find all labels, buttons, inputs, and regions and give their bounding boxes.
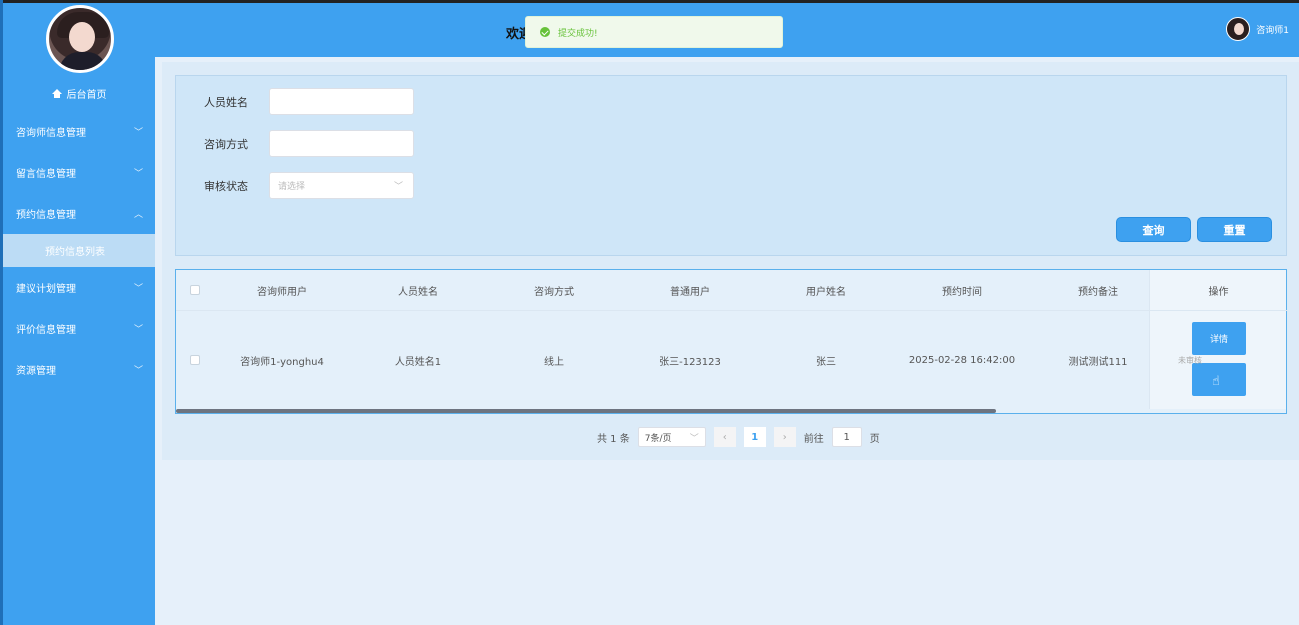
sidebar-subitem-appointment-list[interactable]: 预约信息列表 xyxy=(3,234,155,267)
chevron-down-icon: ﹀ xyxy=(133,284,143,294)
sidebar-menu: 咨询师信息管理 ﹀ 留言信息管理 ﹀ 预约信息管理 ︿ 预约信息列表 建议计划管… xyxy=(3,111,155,390)
sidebar: 后台首页 咨询师信息管理 ﹀ 留言信息管理 ﹀ 预约信息管理 ︿ 预约信息列表 … xyxy=(3,3,155,625)
chevron-down-icon: ﹀ xyxy=(133,366,143,376)
table-cell: 张三-123123 xyxy=(659,356,721,368)
col-header: 人员姓名 xyxy=(398,286,438,298)
next-page-button[interactable]: › xyxy=(773,427,796,447)
operation-column: 操作 详情 未审核 ☝ xyxy=(1149,270,1287,409)
row-checkbox[interactable] xyxy=(190,355,200,365)
name-input[interactable] xyxy=(269,88,414,115)
col-header: 预约时间 xyxy=(942,286,982,298)
page-size-value: 7条/页 xyxy=(644,433,672,444)
sidebar-item-label: 预约信息管理 xyxy=(16,210,76,221)
sidebar-item-label: 咨询师信息管理 xyxy=(16,128,86,139)
chevron-down-icon: ﹀ xyxy=(393,182,403,192)
col-header: 咨询方式 xyxy=(534,286,574,298)
method-label: 咨询方式 xyxy=(204,137,248,151)
detail-button[interactable]: 详情 xyxy=(1192,322,1246,355)
avatar[interactable] xyxy=(46,5,114,73)
table-cell: 线上 xyxy=(544,356,564,368)
sidebar-item-plan[interactable]: 建议计划管理 ﹀ xyxy=(3,267,155,308)
prev-page-button[interactable]: ‹ xyxy=(713,427,736,447)
form-row-status: 审核状态 请选择 ﹀ xyxy=(204,172,414,199)
table-row: 咨询师1-yonghu4 人员姓名1 线上 张三-123123 张三 2025-… xyxy=(176,311,1286,409)
appointment-table: 咨询师用户 人员姓名 咨询方式 普通用户 用户姓名 预约时间 预约备注 咨询师1… xyxy=(175,269,1287,414)
avatar[interactable] xyxy=(1226,17,1251,41)
pagination: 共 1 条 7条/页 ﹀ ‹ 1 › 前往 1 页 xyxy=(597,427,880,447)
user-menu[interactable]: 咨询师1 xyxy=(1226,17,1289,41)
form-row-name: 人员姓名 xyxy=(204,88,414,115)
col-header: 预约备注 xyxy=(1078,286,1118,298)
sidebar-item-counselor[interactable]: 咨询师信息管理 ﹀ xyxy=(3,111,155,152)
jump-suffix: 页 xyxy=(869,433,880,445)
status-placeholder: 请选择 xyxy=(278,182,306,192)
chevron-right-icon: › xyxy=(782,431,787,443)
home-icon xyxy=(51,88,62,98)
table-cell: 人员姓名1 xyxy=(394,356,442,368)
search-form: 人员姓名 咨询方式 审核状态 请选择 ﹀ 查询 重置 xyxy=(175,75,1287,256)
col-header: 普通用户 xyxy=(670,286,710,298)
sidebar-item-label: 资源管理 xyxy=(16,366,56,377)
sidebar-item-message[interactable]: 留言信息管理 ﹀ xyxy=(3,152,155,193)
chevron-down-icon: ﹀ xyxy=(689,433,699,444)
sidebar-item-label: 建议计划管理 xyxy=(16,284,76,295)
col-header-operation: 操作 xyxy=(1150,270,1287,311)
check-circle-icon xyxy=(540,27,550,37)
chevron-left-icon: ‹ xyxy=(722,431,727,443)
form-row-method: 咨询方式 xyxy=(204,130,414,157)
select-all-checkbox[interactable] xyxy=(190,285,200,295)
sidebar-item-evaluation[interactable]: 评价信息管理 ﹀ xyxy=(3,308,155,349)
page-size-select[interactable]: 7条/页 ﹀ xyxy=(637,427,706,447)
table-cell: 咨询师1-yonghu4 xyxy=(240,356,324,368)
table-cell: 测试测试111 xyxy=(1068,356,1128,368)
chevron-down-icon: ﹀ xyxy=(133,128,143,138)
chevron-down-icon: ﹀ xyxy=(133,169,143,179)
sidebar-item-resource[interactable]: 资源管理 ﹀ xyxy=(3,349,155,390)
sidebar-item-label: 留言信息管理 xyxy=(16,169,76,180)
toast-message: 提交成功! xyxy=(558,28,598,39)
name-label: 人员姓名 xyxy=(204,95,248,109)
col-header: 用户姓名 xyxy=(806,286,846,298)
audit-status-label: 未审核 xyxy=(1178,356,1202,365)
sidebar-item-label: 评价信息管理 xyxy=(16,325,76,336)
hand-cursor-icon: ☝ xyxy=(1212,374,1220,389)
status-select[interactable]: 请选择 ﹀ xyxy=(269,172,414,199)
total-count: 共 1 条 xyxy=(597,433,630,445)
method-input[interactable] xyxy=(269,130,414,157)
jump-page-input[interactable]: 1 xyxy=(831,427,862,447)
table-cell: 2025-02-28 16:42:00 xyxy=(908,354,1016,366)
status-label: 审核状态 xyxy=(204,179,248,193)
query-button[interactable]: 查询 xyxy=(1116,217,1191,242)
col-header: 咨询师用户 xyxy=(257,286,307,298)
horizontal-scrollbar[interactable] xyxy=(176,409,996,413)
reset-button[interactable]: 重置 xyxy=(1197,217,1272,242)
table-header: 咨询师用户 人员姓名 咨询方式 普通用户 用户姓名 预约时间 预约备注 xyxy=(176,270,1286,311)
chevron-up-icon: ︿ xyxy=(133,210,143,220)
table-cell: 张三 xyxy=(816,356,836,368)
sidebar-home-link[interactable]: 后台首页 xyxy=(3,83,155,103)
page-number-1[interactable]: 1 xyxy=(743,427,766,447)
chevron-down-icon: ﹀ xyxy=(133,325,143,335)
jump-prefix: 前往 xyxy=(803,433,824,445)
sidebar-home-label: 后台首页 xyxy=(66,89,107,101)
username-label: 咨询师1 xyxy=(1256,25,1289,36)
sidebar-item-appointment[interactable]: 预约信息管理 ︿ xyxy=(3,193,155,234)
success-toast: 提交成功! xyxy=(525,16,783,48)
